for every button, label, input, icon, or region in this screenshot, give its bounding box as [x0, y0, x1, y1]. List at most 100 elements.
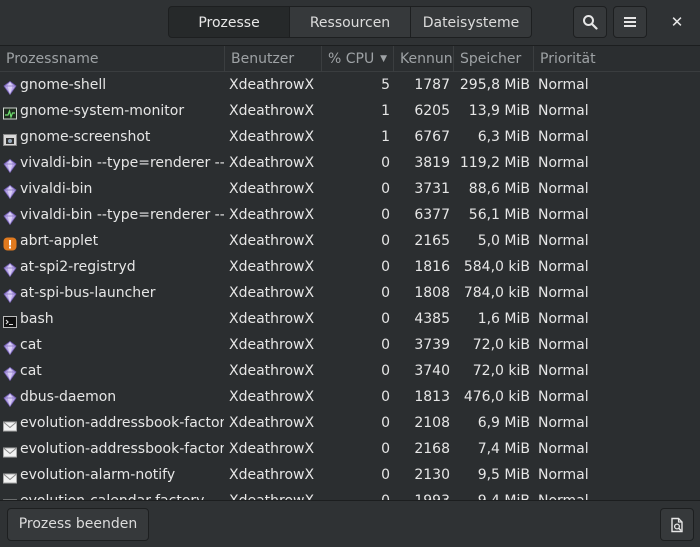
- sort-descending-icon: ▼: [380, 54, 387, 64]
- process-memory: 584,0 kiB: [463, 259, 530, 275]
- table-row[interactable]: vivaldi-bin --type=renderer --en Xdeathro…: [0, 202, 700, 228]
- column-header-row: Prozessname Benutzer % CPU ▼ Kennung Spe…: [0, 46, 700, 72]
- column-header-cpu[interactable]: % CPU ▼: [322, 46, 394, 72]
- table-row[interactable]: evolution-calendar-factory XdeathrowX0 199…: [0, 488, 700, 500]
- process-user: XdeathrowX: [229, 259, 315, 275]
- process-user: XdeathrowX: [229, 488, 321, 500]
- process-memory: 72,0 kiB: [472, 337, 530, 353]
- process-gem-icon: [3, 390, 17, 408]
- search-icon: [583, 15, 598, 30]
- process-priority: Normal: [538, 467, 589, 483]
- process-gem-icon: [3, 208, 17, 226]
- process-name: vivaldi-bin: [20, 181, 93, 197]
- table-row[interactable]: evolution-addressbook-factory XdeathrowX 0…: [0, 410, 700, 436]
- process-memory: 784,0 kiB: [463, 285, 530, 301]
- process-id: 1787: [414, 77, 450, 93]
- process-id: 3739: [414, 337, 450, 353]
- end-process-button[interactable]: Prozess beenden: [7, 508, 149, 541]
- process-priority: Normal: [538, 488, 698, 500]
- process-name: abrt-applet: [20, 233, 99, 249]
- envelope-icon: [3, 442, 17, 458]
- process-priority: Normal: [538, 363, 589, 379]
- process-properties-button[interactable]: [660, 508, 694, 541]
- process-user: XdeathrowX: [229, 129, 315, 145]
- tab-prozesse[interactable]: Prozesse: [168, 6, 290, 38]
- process-memory: 5,0 MiB: [477, 233, 530, 249]
- column-header-user[interactable]: Benutzer: [225, 46, 322, 72]
- process-name-cell: evolution-addressbook-factory: [0, 410, 224, 436]
- process-name-cell: evolution-alarm-notify: [0, 462, 224, 488]
- process-id: 3819: [414, 155, 450, 171]
- process-memory: 119,2 MiB: [459, 155, 530, 171]
- process-gem-icon: [3, 286, 17, 304]
- table-row[interactable]: gnome-system-monitor XdeathrowX 1 6205 13,9 …: [0, 98, 700, 124]
- process-priority: Normal: [538, 311, 589, 327]
- process-name-cell: vivaldi-bin: [0, 176, 224, 202]
- table-row[interactable]: evolution-alarm-notify XdeathrowX 0 2130 9,5…: [0, 462, 700, 488]
- process-user: XdeathrowX: [229, 389, 315, 405]
- tab-ressourcen[interactable]: Ressourcen: [290, 6, 411, 38]
- process-user: XdeathrowX: [229, 103, 315, 119]
- process-name: gnome-shell: [20, 77, 107, 93]
- table-row[interactable]: gnome-shell XdeathrowX 5 1787 295,8 MiB Norma…: [0, 72, 700, 98]
- process-name: gnome-system-monitor: [20, 103, 185, 119]
- process-name: gnome-screenshot: [20, 129, 151, 145]
- screenshot-camera-icon: [3, 130, 17, 146]
- process-cpu: 0: [381, 259, 390, 275]
- process-name-cell: at-spi-bus-launcher: [0, 280, 224, 306]
- process-user: XdeathrowX: [229, 467, 315, 483]
- table-row[interactable]: vivaldi-bin --type=renderer --en Xdeathro…: [0, 150, 700, 176]
- close-button[interactable]: ✕: [660, 6, 694, 38]
- process-gem-icon: [3, 338, 17, 356]
- column-header-pid[interactable]: Kennung: [394, 46, 454, 72]
- table-row[interactable]: evolution-addressbook-factory- XdeathrowX…: [0, 436, 700, 462]
- close-icon: ✕: [670, 13, 684, 31]
- column-header-priority[interactable]: Priorität: [534, 46, 700, 72]
- process-id: 6205: [414, 103, 450, 119]
- process-priority: Normal: [538, 181, 589, 197]
- table-row[interactable]: cat XdeathrowX 0 3739 72,0 kiB Normal: [0, 332, 700, 358]
- process-memory: 56,1 MiB: [468, 207, 530, 223]
- process-id: 1816: [414, 259, 450, 275]
- table-row[interactable]: gnome-screenshot XdeathrowX 1 6767 6,3 MiB No…: [0, 124, 700, 150]
- envelope-icon: [3, 468, 17, 484]
- process-name-cell: cat: [0, 358, 224, 384]
- process-priority: Normal: [538, 103, 589, 119]
- menu-button[interactable]: [613, 6, 647, 38]
- column-header-memory[interactable]: Speicher: [454, 46, 534, 72]
- column-header-name[interactable]: Prozessname: [0, 46, 225, 72]
- process-memory: 1,6 MiB: [477, 311, 530, 327]
- process-name: dbus-daemon: [20, 389, 117, 405]
- search-button[interactable]: [573, 6, 607, 38]
- table-row[interactable]: dbus-daemon XdeathrowX 0 1813 476,0 kiB Norma…: [0, 384, 700, 410]
- table-row[interactable]: vivaldi-bin XdeathrowX 0 3731 88,6 MiB Normal: [0, 176, 700, 202]
- process-memory: 88,6 MiB: [468, 181, 530, 197]
- process-id: 3740: [414, 363, 450, 379]
- process-cpu: 0: [381, 415, 390, 431]
- process-name-cell: gnome-system-monitor: [0, 98, 224, 124]
- process-list[interactable]: gnome-shell XdeathrowX 5 1787 295,8 MiB Norma…: [0, 72, 700, 500]
- process-cpu: 0: [381, 363, 390, 379]
- process-name-cell: bash: [0, 306, 224, 332]
- process-name: vivaldi-bin --type=renderer --en: [20, 207, 224, 223]
- process-memory: 9,5 MiB: [477, 467, 530, 483]
- process-name: evolution-addressbook-factory-: [20, 441, 224, 457]
- process-name-cell: gnome-screenshot: [0, 124, 224, 150]
- process-id: 2165: [414, 233, 450, 249]
- process-id: 2108: [414, 415, 450, 431]
- table-row[interactable]: bash XdeathrowX 0 4385 1,6 MiB Normal: [0, 306, 700, 332]
- table-row[interactable]: at-spi-bus-launcher XdeathrowX 0 1808 784,0 …: [0, 280, 700, 306]
- table-row[interactable]: cat XdeathrowX 0 3740 72,0 kiB Normal: [0, 358, 700, 384]
- process-user: XdeathrowX: [229, 337, 315, 353]
- tab-dateisysteme[interactable]: Dateisysteme: [411, 6, 532, 38]
- table-row[interactable]: abrt-applet XdeathrowX 0 2165 5,0 MiB Normal: [0, 228, 700, 254]
- process-priority: Normal: [538, 415, 589, 431]
- process-cpu: 0: [381, 441, 390, 457]
- process-name: cat: [20, 363, 42, 379]
- table-row[interactable]: at-spi2-registryd XdeathrowX 0 1816 584,0 ki…: [0, 254, 700, 280]
- process-memory: 72,0 kiB: [472, 363, 530, 379]
- process-user: XdeathrowX: [229, 415, 315, 431]
- process-id: 6377: [414, 207, 450, 223]
- process-cpu: 0: [381, 389, 390, 405]
- footer-bar: Prozess beenden: [0, 500, 700, 547]
